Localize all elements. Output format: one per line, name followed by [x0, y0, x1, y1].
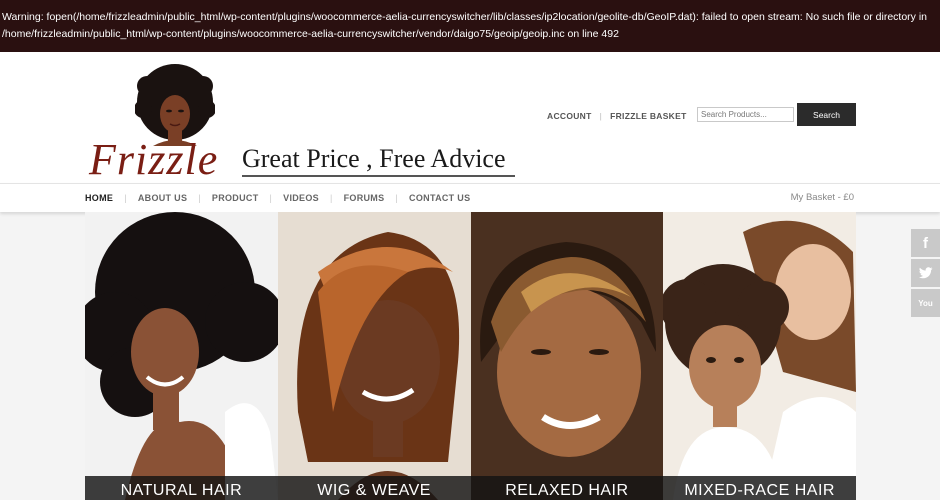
category-panels: NATURAL HAIR WIG & WEAVE RELAXED HAIR MI…: [85, 212, 856, 500]
top-links: ACCOUNT | FRIZZLE BASKET: [547, 111, 687, 121]
panel-relaxed-hair[interactable]: RELAXED HAIR: [470, 212, 664, 500]
wig-and-weave-photo: [277, 212, 471, 500]
nav-divider: |: [395, 193, 399, 203]
panel-wig-and-weave[interactable]: WIG & WEAVE: [277, 212, 471, 500]
facebook-icon: f: [923, 234, 928, 252]
php-warning-banner: Warning: fopen(/home/frizzleadmin/public…: [0, 0, 940, 52]
nav-divider: |: [329, 193, 333, 203]
frizzle-basket-link[interactable]: FRIZZLE BASKET: [610, 111, 686, 121]
natural-hair-photo: [85, 212, 278, 500]
main-nav: HOME | ABOUT US | PRODUCT | VIDEOS | FOR…: [0, 183, 940, 212]
site-header: Frizzle Great Price , Free Advice ACCOUN…: [0, 52, 940, 184]
nav-home[interactable]: HOME: [85, 193, 113, 203]
panel-label: WIG & WEAVE: [277, 476, 471, 500]
panel-mixed-race-hair[interactable]: MIXED-RACE HAIR: [663, 212, 856, 500]
nav-divider: |: [198, 193, 201, 203]
search-input[interactable]: [697, 107, 794, 122]
nav-divider: |: [124, 193, 127, 203]
youtube-icon: You: [918, 298, 933, 308]
account-link[interactable]: ACCOUNT: [547, 111, 592, 121]
my-basket-link[interactable]: My Basket - £0: [791, 192, 854, 203]
search-button[interactable]: Search: [797, 103, 856, 126]
panel-label: RELAXED HAIR: [470, 476, 664, 500]
panel-label: NATURAL HAIR: [85, 476, 278, 500]
panel-natural-hair[interactable]: NATURAL HAIR: [85, 212, 278, 500]
nav-videos[interactable]: VIDEOS: [283, 193, 319, 203]
twitter-button[interactable]: [911, 259, 940, 287]
warning-line-1: Warning: fopen(/home/frizzleadmin/public…: [2, 11, 928, 23]
link-divider: |: [599, 111, 603, 121]
nav-product[interactable]: PRODUCT: [212, 193, 259, 203]
youtube-button[interactable]: You: [911, 289, 940, 317]
relaxed-hair-photo: [470, 212, 664, 500]
nav-about-us[interactable]: ABOUT US: [138, 193, 187, 203]
nav-divider: |: [269, 193, 273, 203]
nav-forums[interactable]: FORUMS: [344, 193, 385, 203]
social-sidebar: f You: [911, 229, 940, 319]
tagline: Great Price , Free Advice: [242, 144, 506, 173]
tagline-underline: [242, 175, 515, 177]
logo-wordmark: Frizzle: [89, 135, 219, 184]
panel-label: MIXED-RACE HAIR: [663, 476, 856, 500]
warning-line-2: /home/frizzleadmin/public_html/wp-conten…: [2, 28, 619, 40]
nav-contact-us[interactable]: CONTACT US: [409, 193, 470, 203]
mixed-race-hair-photo: [663, 212, 856, 500]
twitter-icon: [918, 267, 932, 279]
facebook-button[interactable]: f: [911, 229, 940, 257]
